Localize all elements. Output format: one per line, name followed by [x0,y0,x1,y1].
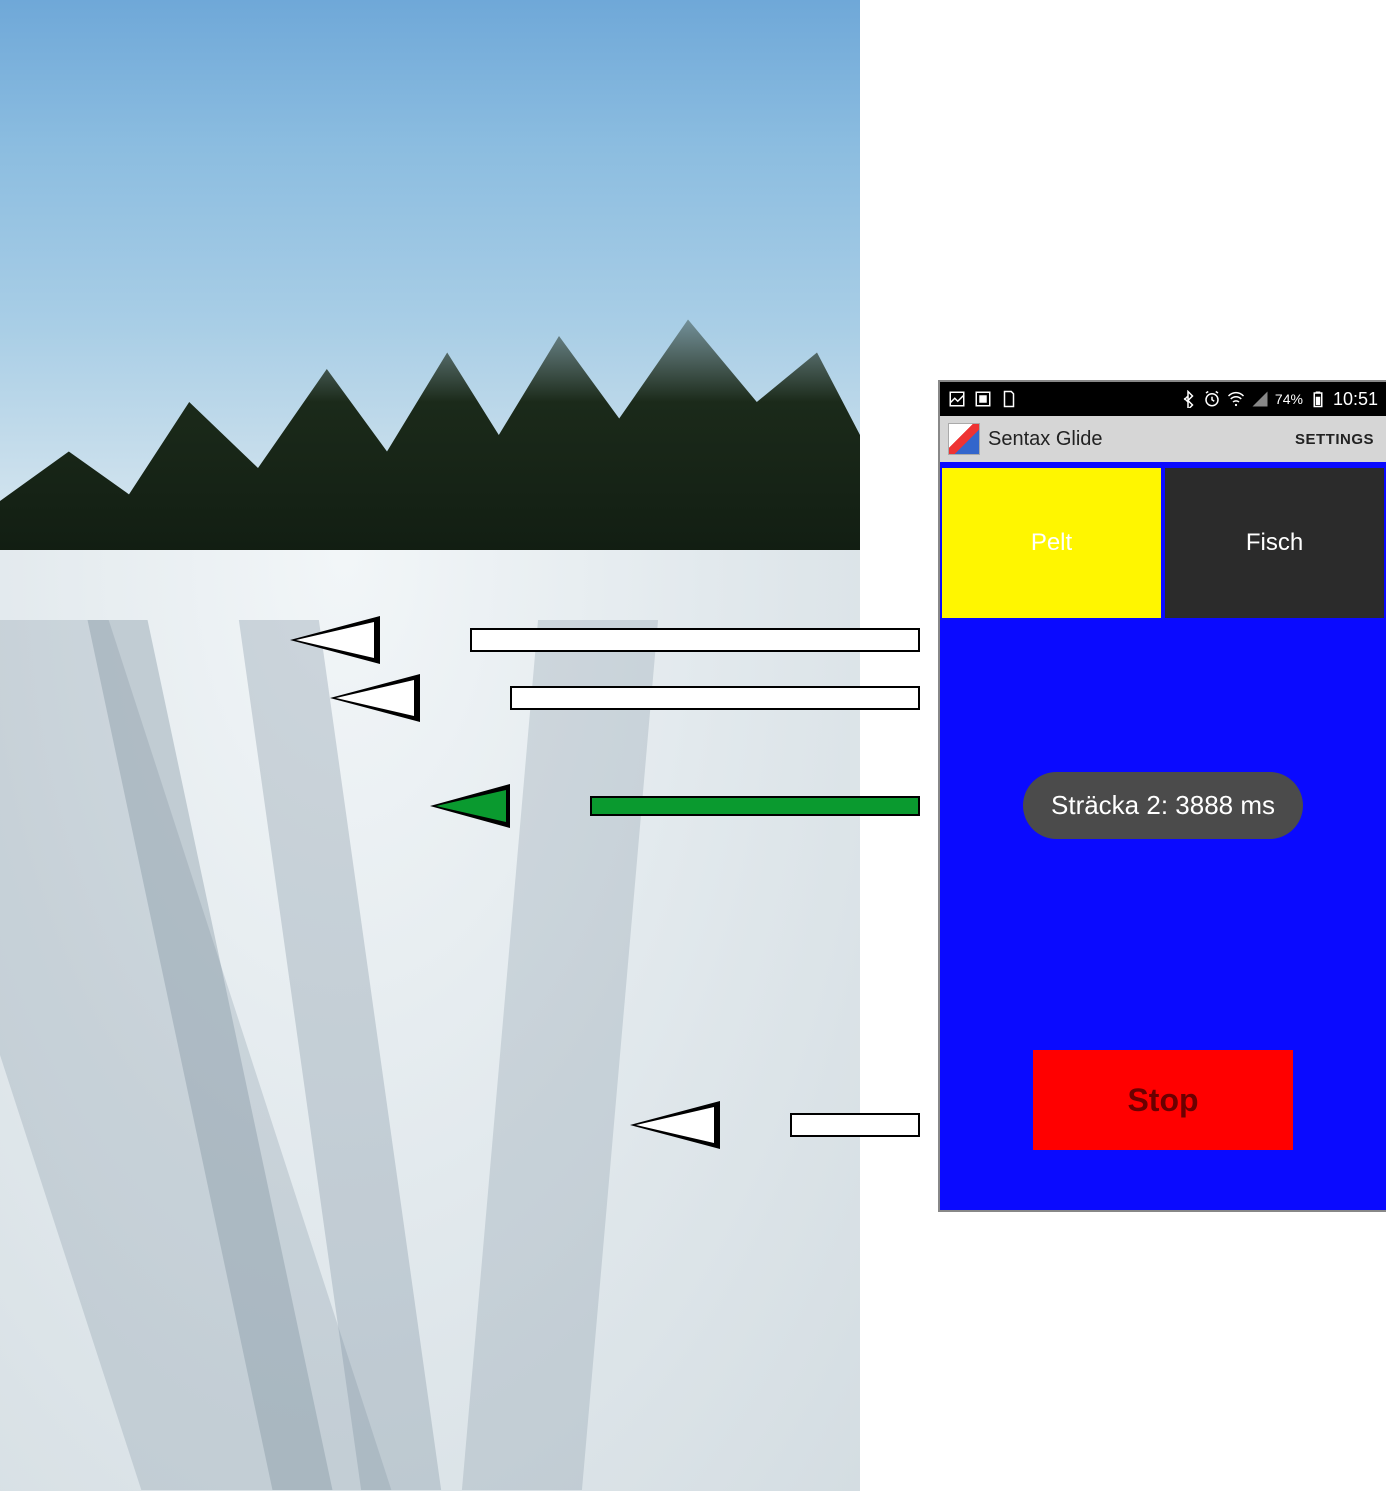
tab-label: Fisch [1246,529,1303,557]
app-bar: Sentax Glide SETTINGS [940,416,1386,462]
app-icon [974,390,992,408]
tab-pelt[interactable]: Pelt [942,468,1161,618]
app-title: Sentax Glide [988,428,1287,451]
app-body: Pelt Fisch Sträcka 2: 3888 ms Stop [940,462,1386,1210]
phone-frame: 74% 10:51 Sentax Glide SETTINGS Pelt Fis… [940,382,1386,1210]
status-bar: 74% 10:51 [940,382,1386,416]
tab-fisch[interactable]: Fisch [1165,468,1384,618]
battery-icon [1309,390,1327,408]
image-icon [948,390,966,408]
clock-text: 10:51 [1333,389,1378,410]
settings-button[interactable]: SETTINGS [1295,431,1378,448]
sdcard-icon [1000,390,1018,408]
tab-label: Pelt [1031,529,1072,557]
measurement-toast: Sträcka 2: 3888 ms [1023,772,1303,839]
signal-icon [1251,390,1269,408]
ski-tabs: Pelt Fisch [940,468,1386,618]
toast-text: Sträcka 2: 3888 ms [1051,790,1275,820]
battery-percent: 74% [1275,391,1303,407]
wifi-icon [1227,390,1245,408]
status-right-icons: 74% 10:51 [1179,389,1378,410]
stop-label: Stop [1127,1082,1198,1119]
alarm-icon [1203,390,1221,408]
app-logo-icon [948,423,980,455]
ski-track-photo [0,0,860,1491]
status-left-icons [948,390,1018,408]
stop-button[interactable]: Stop [1033,1050,1293,1150]
bluetooth-icon [1179,390,1197,408]
